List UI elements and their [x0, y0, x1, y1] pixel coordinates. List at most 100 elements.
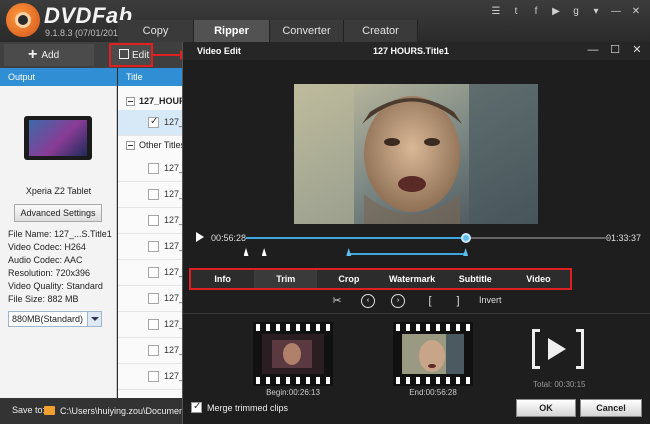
- tab-watermark[interactable]: Watermark: [381, 270, 444, 288]
- youtube-icon[interactable]: ▶: [550, 6, 562, 18]
- facebook-icon[interactable]: f: [530, 6, 542, 18]
- dialog-window-controls: — ☐ ✕: [587, 44, 643, 56]
- tab-info[interactable]: Info: [191, 270, 254, 288]
- title-group-label: 127_HOURS: [139, 96, 182, 106]
- begin-frame-image: [262, 334, 324, 374]
- film-perforation: [393, 377, 473, 384]
- gplus-icon[interactable]: g: [570, 6, 582, 18]
- trim-toolbar: ✂ ‹ › [ ] Invert: [183, 292, 650, 310]
- save-path-field[interactable]: C:\Users\huiying.zou\Documents\D: [60, 404, 184, 418]
- tab-crop[interactable]: Crop: [317, 270, 380, 288]
- title-row[interactable]: 127_: [118, 260, 182, 286]
- close-icon[interactable]: ✕: [631, 44, 643, 56]
- title-checkbox[interactable]: [148, 116, 159, 128]
- app-version: 9.1.8.3 (07/01/2015): [45, 28, 127, 38]
- title-checkbox[interactable]: [148, 163, 159, 174]
- tab-copy[interactable]: Copy: [118, 20, 194, 42]
- scissors-icon[interactable]: ✂: [330, 294, 344, 308]
- add-button[interactable]: + Add: [4, 44, 94, 66]
- progress-fill: [246, 237, 466, 239]
- minimize-icon[interactable]: —: [587, 44, 599, 56]
- tab-subtitle[interactable]: Subtitle: [444, 270, 507, 288]
- save-to-label: Save to:: [12, 405, 46, 415]
- title-checkbox[interactable]: [148, 345, 159, 356]
- title-row-label: 127_: [164, 293, 182, 303]
- tab-creator[interactable]: Creator: [344, 20, 418, 42]
- edit-button[interactable]: Edit: [109, 43, 153, 67]
- end-time-label: End:00:56:28: [409, 388, 457, 397]
- trim-marker-icon[interactable]: [243, 248, 249, 256]
- title-row-label: 127_: [164, 215, 182, 225]
- file-size-info: File Size: 882 MB: [8, 294, 79, 304]
- minimize-icon[interactable]: —: [610, 6, 622, 18]
- title-row[interactable]: 127_: [118, 234, 182, 260]
- divider: [183, 313, 650, 314]
- bracket-right: [576, 329, 584, 369]
- collapse-icon[interactable]: [126, 141, 135, 150]
- title-group-main[interactable]: 127_HOURS: [118, 92, 182, 112]
- title-row[interactable]: 127_: [118, 182, 182, 208]
- maximize-icon[interactable]: ☐: [609, 44, 621, 56]
- progress-knob[interactable]: [460, 233, 471, 243]
- set-start-icon[interactable]: [: [423, 294, 437, 308]
- video-preview[interactable]: [294, 84, 538, 224]
- progress-slider[interactable]: [246, 233, 609, 243]
- size-select[interactable]: 880MB(Standard): [8, 311, 102, 327]
- tab-video[interactable]: Video: [507, 270, 570, 288]
- video-edit-dialog: Video Edit 127 HOURS.Title1 — ☐ ✕ 00:56:…: [182, 42, 650, 424]
- tab-converter[interactable]: Converter: [270, 20, 344, 42]
- title-column-header: Title: [118, 68, 182, 86]
- title-row[interactable]: 127_: [118, 338, 182, 364]
- title-checkbox[interactable]: [148, 215, 159, 226]
- title-checkbox[interactable]: [148, 371, 159, 382]
- title-checkbox[interactable]: [148, 319, 159, 330]
- play-icon[interactable]: [196, 232, 204, 242]
- advanced-settings-button[interactable]: Advanced Settings: [14, 204, 102, 222]
- title-checkbox[interactable]: [148, 267, 159, 278]
- dropdown-icon[interactable]: ▾: [590, 6, 602, 18]
- set-end-icon[interactable]: ]: [451, 294, 465, 308]
- merge-checkbox[interactable]: [191, 401, 202, 413]
- close-icon[interactable]: ✕: [630, 6, 642, 18]
- title-row[interactable]: 127_: [118, 208, 182, 234]
- title-checkbox[interactable]: [148, 293, 159, 304]
- title-checkbox[interactable]: [148, 241, 159, 252]
- step-back-icon[interactable]: ‹: [361, 294, 375, 308]
- twitter-icon[interactable]: t: [510, 6, 522, 18]
- title-row-selected[interactable]: 127_: [118, 110, 182, 136]
- total-duration: Total: 00:30:15: [533, 380, 586, 389]
- trim-marker-icon[interactable]: [261, 248, 267, 256]
- trim-end-marker-icon[interactable]: [463, 248, 469, 256]
- dvdfab-logo-icon: [6, 3, 40, 37]
- title-row[interactable]: 127_: [118, 286, 182, 312]
- film-perforation: [253, 324, 333, 331]
- end-thumbnail: [393, 322, 473, 386]
- chevron-down-icon[interactable]: [87, 312, 101, 326]
- title-checkbox[interactable]: [148, 189, 159, 200]
- title-group-label: Other Titles: [139, 140, 182, 150]
- invert-button[interactable]: Invert: [479, 295, 502, 305]
- film-perforation: [253, 377, 333, 384]
- menu-icon[interactable]: ☰: [490, 6, 502, 18]
- folder-icon[interactable]: [44, 406, 55, 415]
- video-quality-info: Video Quality: Standard: [8, 281, 103, 291]
- add-button-label: Add: [41, 50, 60, 61]
- step-forward-icon[interactable]: ›: [391, 294, 405, 308]
- ok-button[interactable]: OK: [516, 399, 576, 417]
- tab-ripper[interactable]: Ripper: [194, 20, 270, 42]
- device-screen: [29, 120, 87, 156]
- title-row[interactable]: 127_: [118, 364, 182, 390]
- title-row[interactable]: 127_: [118, 312, 182, 338]
- trim-start-marker-icon[interactable]: [346, 248, 352, 256]
- play-triangle: [548, 338, 566, 360]
- edit-button-label: Edit: [132, 50, 150, 61]
- preview-play-icon[interactable]: [532, 329, 584, 369]
- title-row-label: 127_: [164, 241, 182, 251]
- collapse-icon[interactable]: [126, 97, 135, 106]
- title-group-other[interactable]: Other Titles: [118, 136, 182, 156]
- merge-label: Merge trimmed clips: [207, 403, 289, 413]
- cancel-button[interactable]: Cancel: [580, 399, 642, 417]
- tab-trim[interactable]: Trim: [254, 270, 318, 288]
- title-list: 127_HOURS 127_ Other Titles 127_ 127_ 12…: [118, 86, 182, 398]
- title-row[interactable]: 127_: [118, 156, 182, 182]
